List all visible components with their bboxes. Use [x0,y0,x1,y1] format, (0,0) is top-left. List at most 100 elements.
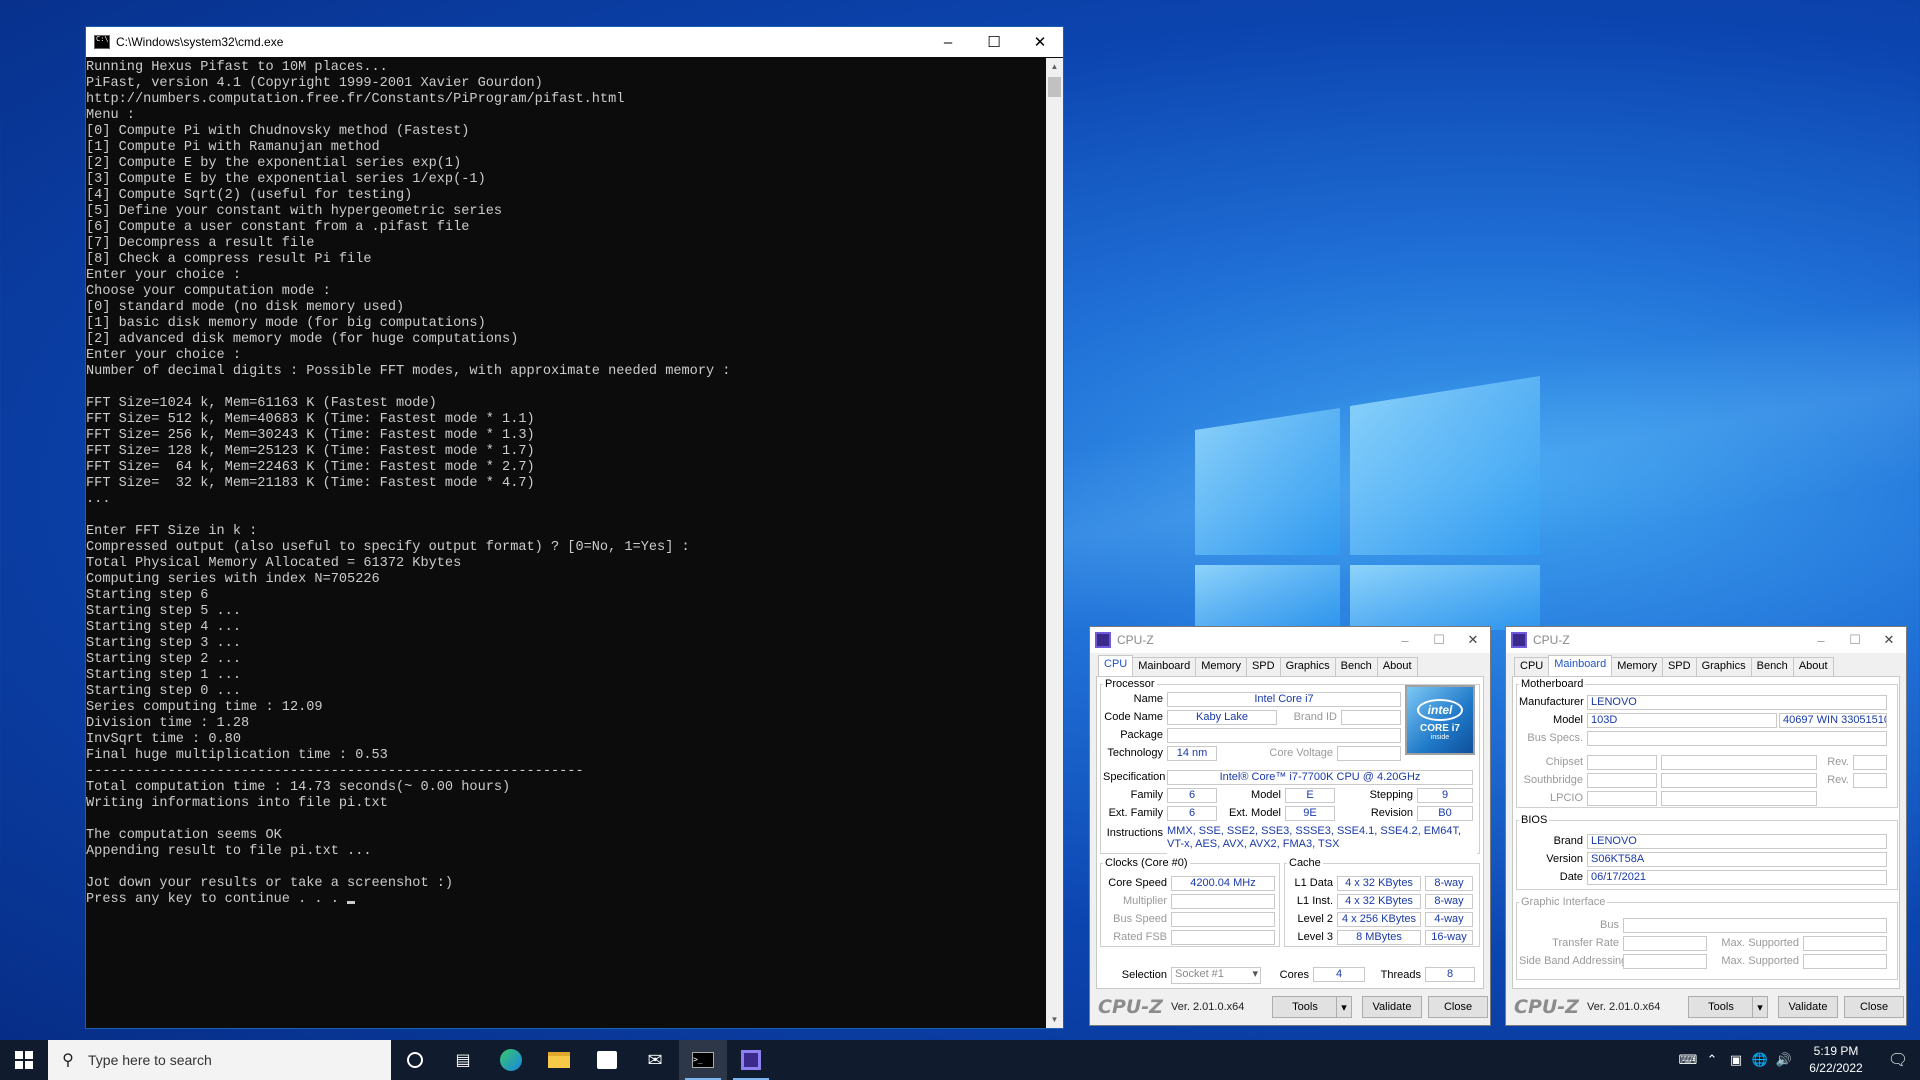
tab-mainboard[interactable]: Mainboard [1548,655,1613,676]
package-value [1167,728,1401,743]
volume-icon[interactable]: 🔊 [1772,1052,1796,1068]
file-explorer-icon[interactable] [535,1040,583,1080]
cpu-name-value: Intel Core i7 [1167,692,1401,707]
clock-date: 6/22/2022 [1809,1061,1863,1075]
tab-memory[interactable]: Memory [1195,657,1247,676]
label-threads: Threads [1380,969,1421,981]
cache-label: L1 Data [1294,877,1333,889]
tab-about[interactable]: About [1792,657,1834,676]
system-tray: ⌨ ⌃ ▣ 🌐 🔊 5:19 PM 6/22/2022 🗨 [1676,1040,1920,1080]
tab-cpu[interactable]: CPU [1098,655,1134,676]
cpuz-titlebar[interactable]: CPU-Z – ☐ ✕ [1506,627,1906,653]
cpuz-brand-logo: CPU-Z [1514,996,1579,1018]
tab-graphics[interactable]: Graphics [1695,657,1752,676]
label-cores: Cores [1279,969,1309,981]
tab-mainboard[interactable]: Mainboard [1132,657,1197,676]
close-button[interactable]: Close [1844,996,1904,1018]
network-icon[interactable]: 🌐 [1748,1052,1772,1068]
chevron-up-icon[interactable]: ⌃ [1700,1052,1724,1068]
scroll-thumb[interactable] [1048,77,1061,97]
southbridge-model-value [1661,773,1817,788]
taskbar-clock[interactable]: 5:19 PM 6/22/2022 [1796,1043,1876,1077]
cache-way-value: 8-way [1425,894,1473,909]
minimize-icon[interactable]: – [925,27,971,57]
start-button[interactable] [0,1040,48,1080]
close-button[interactable]: Close [1428,996,1488,1018]
label-bus-specs: Bus Specs. [1527,732,1583,744]
windows-logo-wallpaper [1195,376,1540,630]
cache-label: L1 Inst. [1296,895,1333,907]
tab-memory[interactable]: Memory [1611,657,1663,676]
maximize-icon[interactable]: ☐ [971,27,1017,57]
intel-line-text: CORE i7 [1419,723,1460,734]
cpuz-taskbar-icon[interactable] [727,1040,775,1080]
store-icon[interactable] [583,1040,631,1080]
taskbar-search-box[interactable]: ⚲ Type here to search [48,1040,391,1080]
tools-button[interactable]: Tools [1272,996,1338,1018]
clock-time: 5:19 PM [1813,1044,1859,1058]
cache-label: Level 3 [1297,931,1333,943]
validate-button[interactable]: Validate [1778,996,1838,1018]
label-selection: Selection [1121,969,1167,981]
minimize-icon[interactable]: – [1388,633,1422,648]
ext-family-value: 6 [1167,806,1217,821]
chevron-down-icon: ▾ [1252,968,1258,980]
cmd-taskbar-icon[interactable]: >_ [679,1040,727,1080]
tools-button[interactable]: Tools [1688,996,1754,1018]
selection-value: Socket #1 [1175,968,1224,980]
label-multiplier: Multiplier [1122,895,1167,907]
tools-dropdown-chevron-icon[interactable]: ▾ [1752,996,1768,1018]
label-southbridge-rev: Rev. [1827,774,1849,786]
tab-spd[interactable]: SPD [1661,657,1697,676]
cmd-window[interactable]: C:\Windows\system32\cmd.exe – ☐ ✕ Runnin… [85,26,1064,1029]
scroll-up-icon[interactable]: ▲ [1046,58,1063,75]
notification-icon[interactable]: 🗨 [1876,1050,1920,1070]
label-instructions: Instructions [1106,827,1163,839]
intel-brand-text: intel [1417,699,1463,721]
console-output[interactable]: Running Hexus Pifast to 10M places... Pi… [86,58,1046,1028]
keyboard-icon[interactable]: ⌨ [1676,1052,1700,1068]
lpcio-model-value [1661,791,1817,806]
clocks-group-title: Clocks (Core #0) [1105,857,1188,869]
cpuz-mainboard-window[interactable]: CPU-Z – ☐ ✕ CPU Mainboard Memory SPD Graphic… [1505,626,1907,1026]
rated-fsb-value [1171,930,1275,945]
intel-core-i7-badge: intel CORE i7 inside [1405,685,1475,755]
close-icon[interactable]: ✕ [1872,632,1906,648]
task-view-icon[interactable]: ▤ [439,1040,487,1080]
tab-bench[interactable]: Bench [1334,657,1378,676]
tab-spd[interactable]: SPD [1245,657,1281,676]
threads-value: 8 [1425,967,1475,982]
label-graphic-bus: Bus [1600,919,1619,931]
scroll-down-icon[interactable]: ▼ [1046,1011,1063,1028]
console-scrollbar[interactable]: ▲ ▼ [1046,58,1063,1028]
instructions-value: MMX, SSE, SSE2, SSE3, SSSE3, SSE4.1, SSE… [1167,825,1477,855]
close-icon[interactable]: ✕ [1017,27,1063,57]
tab-cpu[interactable]: CPU [1514,657,1550,676]
cpuz-titlebar[interactable]: CPU-Z – ☐ ✕ [1090,627,1490,653]
selection-dropdown[interactable]: Socket #1 ▾ [1171,967,1261,984]
meet-now-icon[interactable]: ▣ [1724,1052,1748,1068]
edge-browser-icon[interactable] [487,1040,535,1080]
minimize-icon[interactable]: – [1804,633,1838,648]
tab-graphics[interactable]: Graphics [1279,657,1336,676]
technology-value: 14 nm [1167,746,1217,761]
processor-group-title: Processor [1105,678,1155,690]
validate-button[interactable]: Validate [1362,996,1422,1018]
bus-speed-value [1171,912,1275,927]
label-chipset-rev: Rev. [1827,756,1849,768]
cpu-tab-panel: Processor Name Intel Core i7 Code Name K… [1096,676,1484,989]
tab-bench[interactable]: Bench [1750,657,1794,676]
graphic-interface-group-title: Graphic Interface [1521,896,1606,908]
maximize-icon[interactable]: ☐ [1838,632,1872,648]
label-bios-brand: Brand [1553,835,1583,847]
tools-dropdown-chevron-icon[interactable]: ▾ [1336,996,1352,1018]
close-icon[interactable]: ✕ [1456,632,1490,648]
cortana-icon[interactable] [391,1040,439,1080]
label-max-supported-sba: Max. Supported [1721,955,1799,967]
maximize-icon[interactable]: ☐ [1422,632,1456,648]
tab-about[interactable]: About [1376,657,1418,676]
mail-icon[interactable]: ✉ [631,1040,679,1080]
cpuz-cpu-window[interactable]: CPU-Z – ☐ ✕ CPU Mainboard Memory SPD Graphic… [1089,626,1491,1026]
cmd-titlebar[interactable]: C:\Windows\system32\cmd.exe – ☐ ✕ [86,27,1063,57]
intel-inside-text: inside [1430,734,1450,741]
